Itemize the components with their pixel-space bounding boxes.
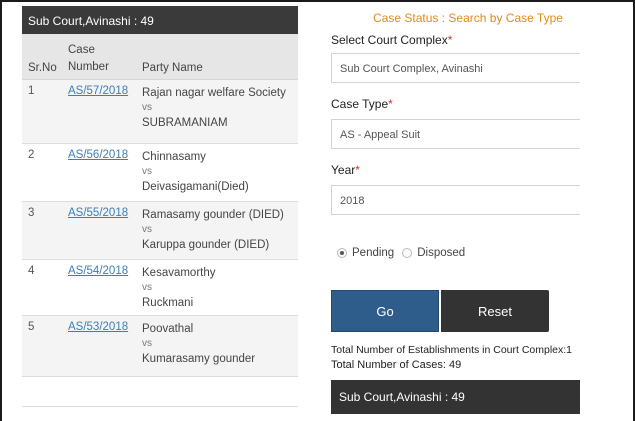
row-srno: 3 [28, 207, 35, 219]
row-srno: 4 [28, 265, 35, 277]
table-row: 3 AS/55/2018 Ramasamy gounder (DIED) vs … [22, 202, 298, 260]
search-form: Case Status : Search by Case Type Select… [331, 6, 580, 421]
total-cases-text: Total Number of Cases: 49 [331, 359, 462, 371]
party-petitioner: Rajan nagar welfare Society [142, 87, 286, 99]
status-radio-group: Pending Disposed [337, 247, 580, 259]
results-table-body: 1 AS/57/2018 Rajan nagar welfare Society… [22, 80, 298, 407]
row-case-cell: AS/53/2018 [62, 316, 136, 376]
year-label: Year* [331, 163, 580, 177]
pending-radio[interactable] [337, 248, 347, 258]
party-respondent: Kumarasamy gounder [142, 353, 256, 365]
party-respondent: Karuppa gounder (DIED) [142, 239, 270, 251]
row-case-cell: AS/54/2018 [62, 260, 136, 315]
results-summary-header: Sub Court,Avinashi : 49 [331, 380, 580, 414]
party-respondent: Deivasigamani(Died) [142, 181, 249, 193]
required-mark: * [355, 163, 360, 177]
row-case-cell: AS/56/2018 [62, 144, 136, 201]
results-panel: Sub Court,Avinashi : 49 Sr.No Case Numbe… [22, 6, 298, 421]
case-number-link[interactable]: AS/54/2018 [68, 265, 128, 277]
party-vs: vs [142, 224, 152, 235]
go-button[interactable]: Go [331, 290, 439, 332]
court-complex-select[interactable]: Sub Court Complex, Avinashi [331, 53, 580, 83]
results-header: Sub Court,Avinashi : 49 [22, 6, 298, 34]
column-header-case-number: Case Number [62, 34, 136, 79]
party-vs: vs [142, 338, 152, 349]
case-number-link[interactable]: AS/56/2018 [68, 149, 128, 161]
disposed-radio-label: Disposed [417, 247, 466, 259]
total-establishments-text: Total Number of Establishments in Court … [331, 344, 573, 356]
case-number-link[interactable]: AS/55/2018 [68, 207, 128, 219]
table-row: 1 AS/57/2018 Rajan nagar welfare Society… [22, 80, 298, 144]
year-input[interactable]: 2018 [331, 185, 580, 215]
case-type-select[interactable]: AS - Appeal Suit [331, 119, 580, 149]
row-case-cell: AS/57/2018 [62, 80, 136, 143]
column-header-case-line1: Case [68, 44, 95, 56]
required-mark: * [388, 97, 393, 111]
row-party: Poovathal vs Kumarasamy gounder [136, 316, 298, 376]
table-row: 5 AS/53/2018 Poovathal vs Kumarasamy gou… [22, 316, 298, 377]
table-row [22, 377, 298, 407]
party-respondent: SUBRAMANIAM [142, 117, 228, 129]
party-petitioner: Ramasamy gounder (DIED) [142, 209, 284, 221]
court-complex-label: Select Court Complex* [331, 33, 580, 47]
case-number-link[interactable]: AS/53/2018 [68, 321, 128, 333]
column-header-party-name: Party Name [142, 62, 203, 74]
row-party: Kesavamorthy vs Ruckmani [136, 260, 298, 315]
court-complex-label-text: Select Court Complex [331, 33, 448, 47]
party-petitioner: Kesavamorthy [142, 267, 216, 279]
row-party: Ramasamy gounder (DIED) vs Karuppa gound… [136, 202, 298, 259]
form-title: Case Status : Search by Case Type [373, 11, 563, 25]
party-vs: vs [142, 166, 152, 177]
case-number-link[interactable]: AS/57/2018 [68, 85, 128, 97]
row-party: Rajan nagar welfare Society vs SUBRAMANI… [136, 80, 298, 143]
pending-radio-label: Pending [352, 247, 395, 259]
row-srno: 2 [28, 149, 35, 161]
year-label-text: Year [331, 163, 356, 177]
table-row: 4 AS/54/2018 Kesavamorthy vs Ruckmani [22, 260, 298, 316]
column-header-srno: Sr.No [28, 62, 57, 74]
table-header: Sr.No Case Number Party Name [22, 34, 298, 80]
column-header-case-line2: Number [68, 61, 109, 73]
case-type-label: Case Type* [331, 97, 580, 111]
row-srno: 1 [28, 85, 35, 97]
disposed-radio-option[interactable]: Disposed [402, 247, 465, 259]
party-respondent: Ruckmani [142, 297, 194, 309]
disposed-radio[interactable] [402, 248, 413, 258]
required-mark: * [447, 33, 453, 47]
party-petitioner: Poovathal [142, 323, 194, 335]
row-party: Chinnasamy vs Deivasigamani(Died) [136, 144, 298, 201]
pending-radio-option[interactable]: Pending [337, 247, 394, 259]
party-vs: vs [142, 282, 152, 293]
party-petitioner: Chinnasamy [142, 151, 206, 163]
button-row: Go Reset [331, 290, 580, 332]
row-case-cell: AS/55/2018 [62, 202, 136, 259]
reset-button[interactable]: Reset [441, 290, 549, 332]
case-type-label-text: Case Type [331, 97, 389, 111]
table-row: 2 AS/56/2018 Chinnasamy vs Deivasigamani… [22, 144, 298, 202]
row-srno: 5 [28, 321, 35, 333]
party-vs: vs [142, 102, 152, 113]
